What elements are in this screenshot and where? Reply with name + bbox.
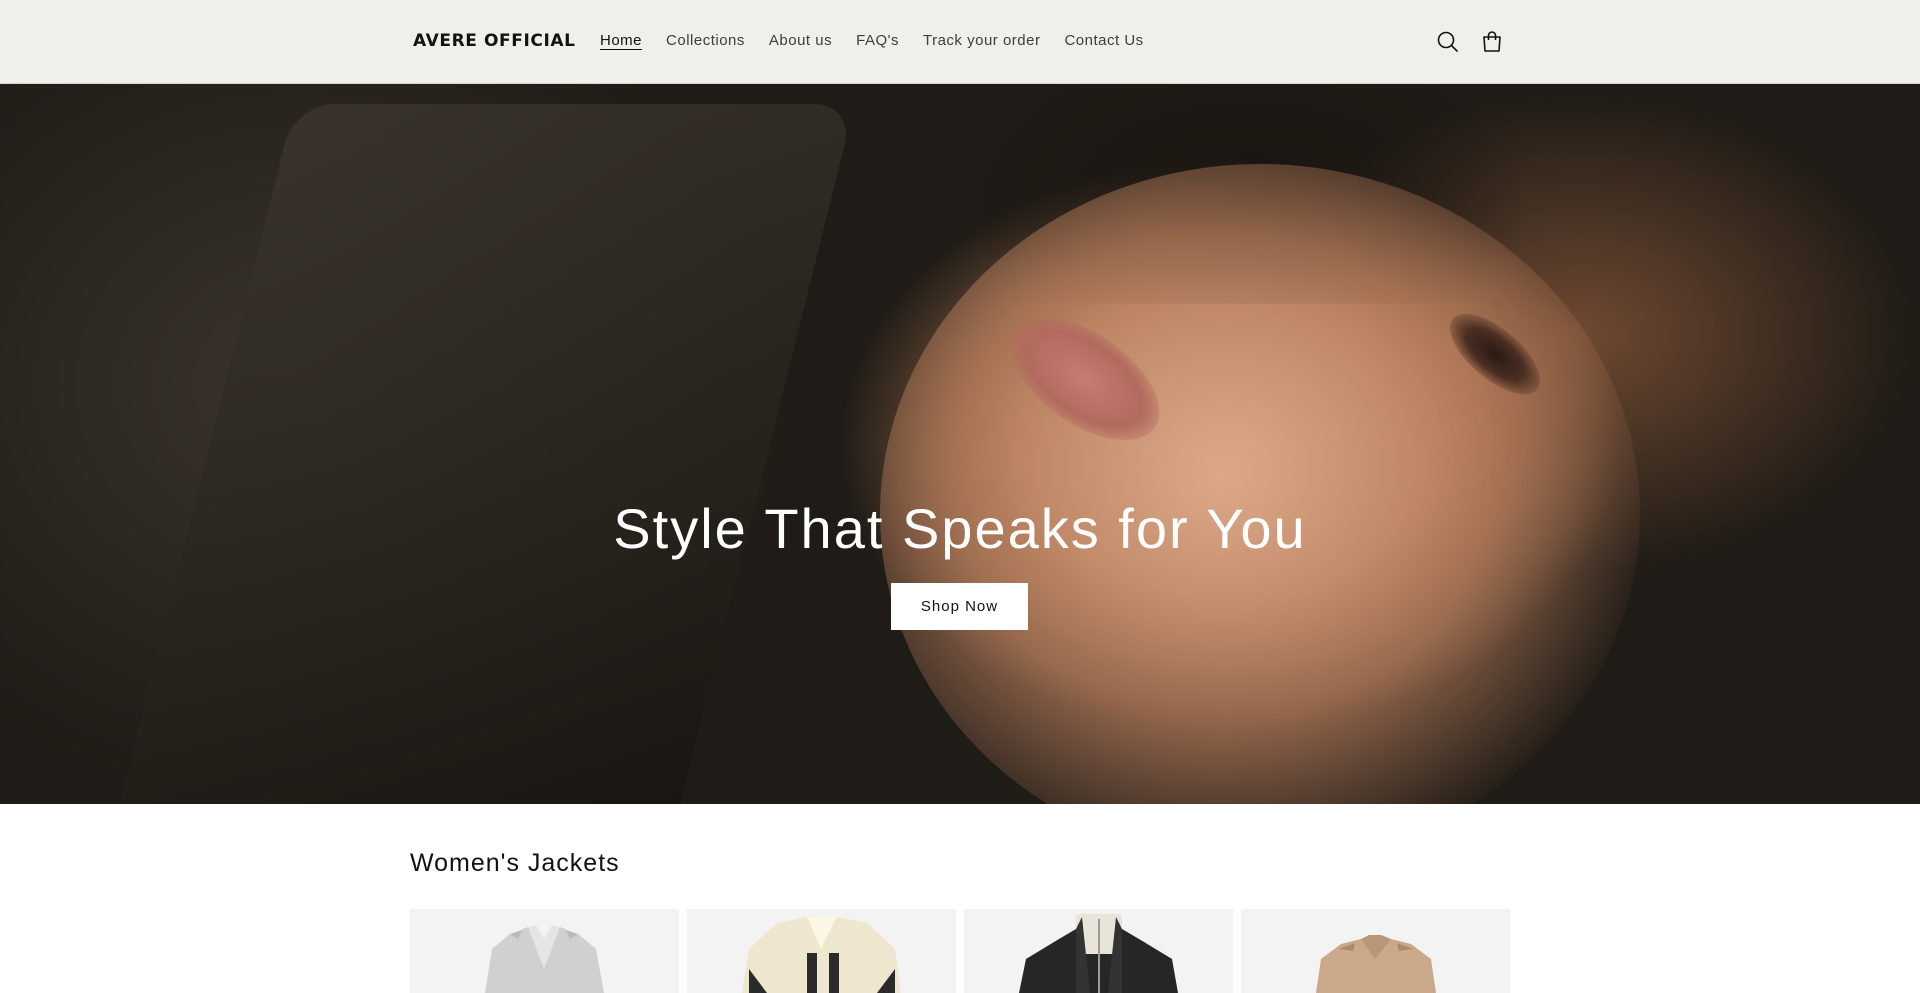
product-image-light-grey-trench-jacket xyxy=(485,925,604,993)
shop-now-button[interactable]: Shop Now xyxy=(891,583,1028,630)
product-card-light-grey-trench-jacket[interactable] xyxy=(410,909,679,993)
nav-item-collections[interactable]: Collections xyxy=(666,32,745,52)
nav-item-track-order[interactable]: Track your order xyxy=(923,32,1040,52)
cart-button[interactable] xyxy=(1478,28,1506,56)
hero-image-jacket xyxy=(105,104,855,804)
search-button[interactable] xyxy=(1434,28,1462,56)
product-grid xyxy=(410,909,1511,993)
nav-item-about-us[interactable]: About us xyxy=(769,32,832,52)
site-header: AVERE OFFICIAL Home Collections About us… xyxy=(0,0,1920,84)
nav-item-home[interactable]: Home xyxy=(600,32,642,52)
main-nav: Home Collections About us FAQ's Track yo… xyxy=(600,32,1168,52)
product-card-cream-shearling-jacket[interactable] xyxy=(687,909,956,993)
product-card-beige-trench-jacket[interactable] xyxy=(1241,909,1510,993)
hero-banner xyxy=(0,84,1920,804)
collection-title: Women's Jackets xyxy=(410,849,620,877)
product-image-beige-trench-jacket xyxy=(1316,935,1436,993)
search-icon xyxy=(1437,31,1458,52)
nav-item-contact-us[interactable]: Contact Us xyxy=(1064,32,1143,52)
hero-title: Style That Speaks for You xyxy=(613,497,1307,560)
nav-item-faqs[interactable]: FAQ's xyxy=(856,32,899,52)
product-image-cream-shearling-jacket xyxy=(742,917,901,993)
product-card-black-leather-zip-jacket[interactable] xyxy=(964,909,1233,993)
cart-icon xyxy=(1483,31,1501,52)
product-image-black-leather-zip-jacket xyxy=(1019,914,1178,993)
site-logo[interactable]: AVERE OFFICIAL xyxy=(413,31,576,51)
